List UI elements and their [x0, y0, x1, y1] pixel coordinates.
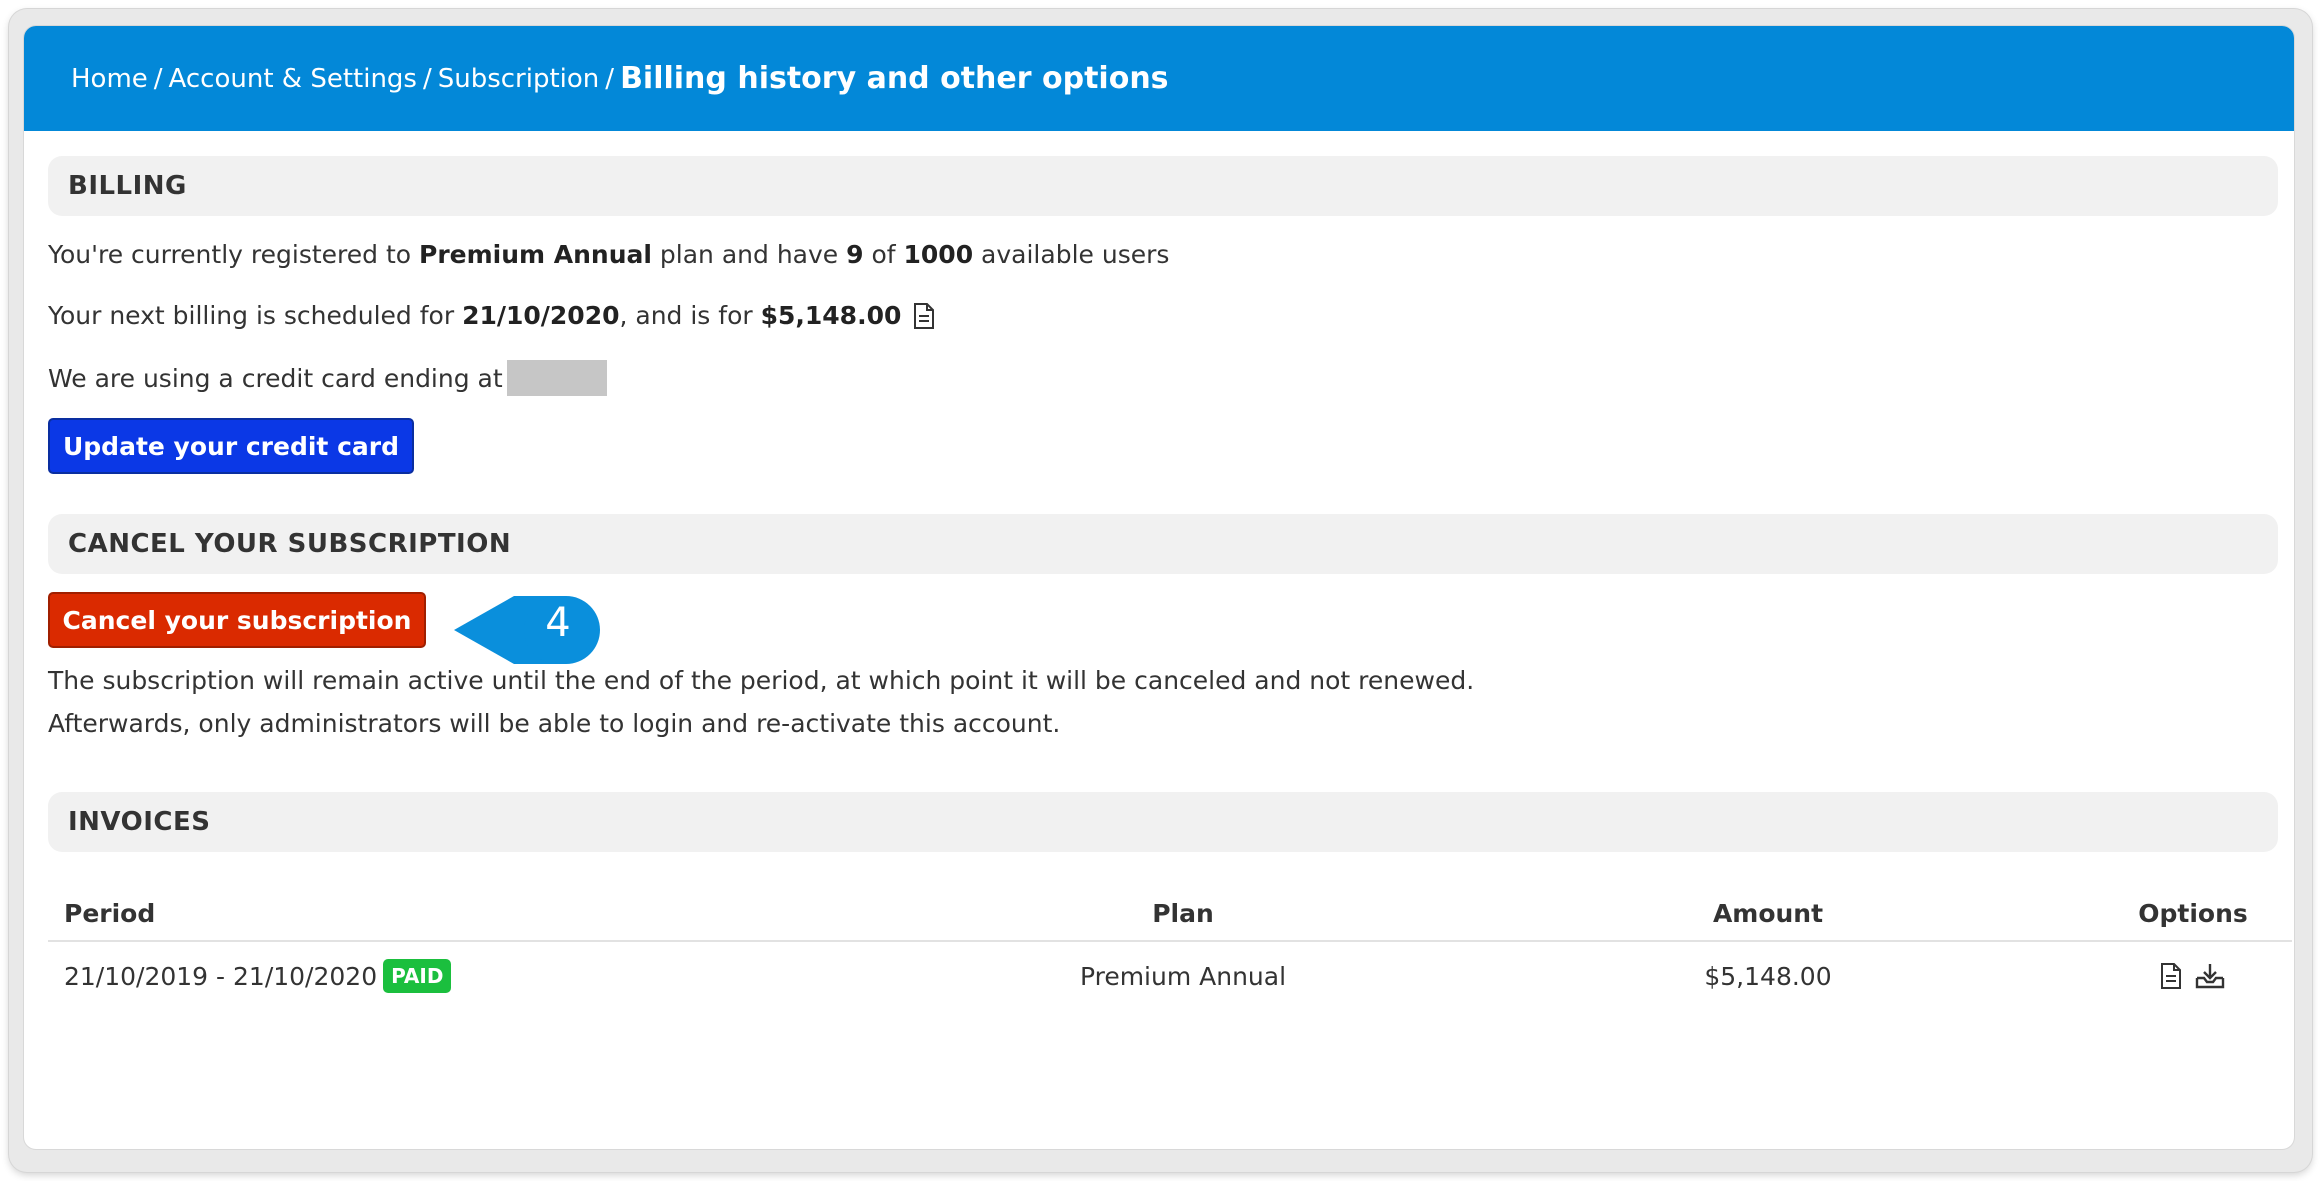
users-used: 9	[846, 240, 864, 269]
next-billing-date: 21/10/2020	[462, 301, 620, 330]
invoices-table-header: Period Plan Amount Options	[48, 886, 2292, 942]
document-icon[interactable]	[2160, 962, 2182, 990]
redacted-card-number	[506, 360, 607, 396]
status-badge: PAID	[383, 959, 452, 993]
breadcrumb-account-settings[interactable]: Account & Settings	[169, 64, 417, 94]
breadcrumb: Home / Account & Settings / Subscription…	[24, 26, 2294, 131]
breadcrumb-home[interactable]: Home	[71, 64, 148, 94]
plan-summary-prefix: You're currently registered to	[48, 240, 419, 269]
cancel-subscription-button[interactable]: Cancel your subscription	[48, 592, 426, 648]
plan-summary: You're currently registered to Premium A…	[48, 240, 1169, 269]
table-row: 21/10/2019 - 21/10/2020 PAID Premium Ann…	[48, 944, 2292, 1008]
download-icon[interactable]	[2194, 962, 2226, 990]
invoice-period: 21/10/2019 - 21/10/2020	[64, 961, 378, 991]
billing-section-header: BILLING	[48, 156, 2278, 216]
invoice-plan: Premium Annual	[1079, 961, 1287, 991]
breadcrumb-separator: /	[422, 63, 432, 94]
users-of: of	[863, 240, 904, 269]
breadcrumb-separator: /	[605, 63, 615, 94]
credit-card-text: We are using a credit card ending at	[48, 363, 503, 393]
next-billing-amount: $5,148.00	[760, 301, 902, 330]
invoice-period-cell: 21/10/2019 - 21/10/2020 PAID	[64, 944, 452, 1008]
column-header-period: Period	[64, 898, 156, 928]
plan-summary-mid: plan and have	[651, 240, 847, 269]
plan-name: Premium Annual	[419, 240, 652, 269]
update-credit-card-button[interactable]: Update your credit card	[48, 418, 414, 474]
next-billing: Your next billing is scheduled for 21/10…	[48, 301, 935, 330]
column-header-plan: Plan	[1152, 898, 1214, 928]
page-title: Billing history and other options	[620, 61, 1169, 96]
cancel-note-line1: The subscription will remain active unti…	[48, 666, 1475, 695]
column-header-options: Options	[2138, 898, 2248, 928]
column-header-amount: Amount	[1712, 898, 1824, 928]
users-suffix: available users	[973, 240, 1170, 269]
cancel-section-header: CANCEL YOUR SUBSCRIPTION	[48, 514, 2278, 574]
document-icon[interactable]	[913, 302, 935, 330]
cancel-note-line2: Afterwards, only administrators will be …	[48, 709, 1061, 738]
next-billing-mid: , and is for	[619, 301, 761, 330]
credit-card-line: We are using a credit card ending at	[48, 360, 607, 396]
breadcrumb-subscription[interactable]: Subscription	[438, 64, 600, 94]
invoices-section-header: INVOICES	[48, 792, 2278, 852]
billing-card: Home / Account & Settings / Subscription…	[24, 26, 2294, 1149]
invoice-options	[2108, 944, 2278, 1008]
breadcrumb-separator: /	[153, 63, 163, 94]
users-total: 1000	[903, 240, 974, 269]
step-callout-number: 4	[545, 600, 571, 646]
step-callout: 4	[454, 590, 604, 670]
next-billing-prefix: Your next billing is scheduled for	[48, 301, 463, 330]
invoice-amount: $5,148.00	[1704, 961, 1832, 991]
